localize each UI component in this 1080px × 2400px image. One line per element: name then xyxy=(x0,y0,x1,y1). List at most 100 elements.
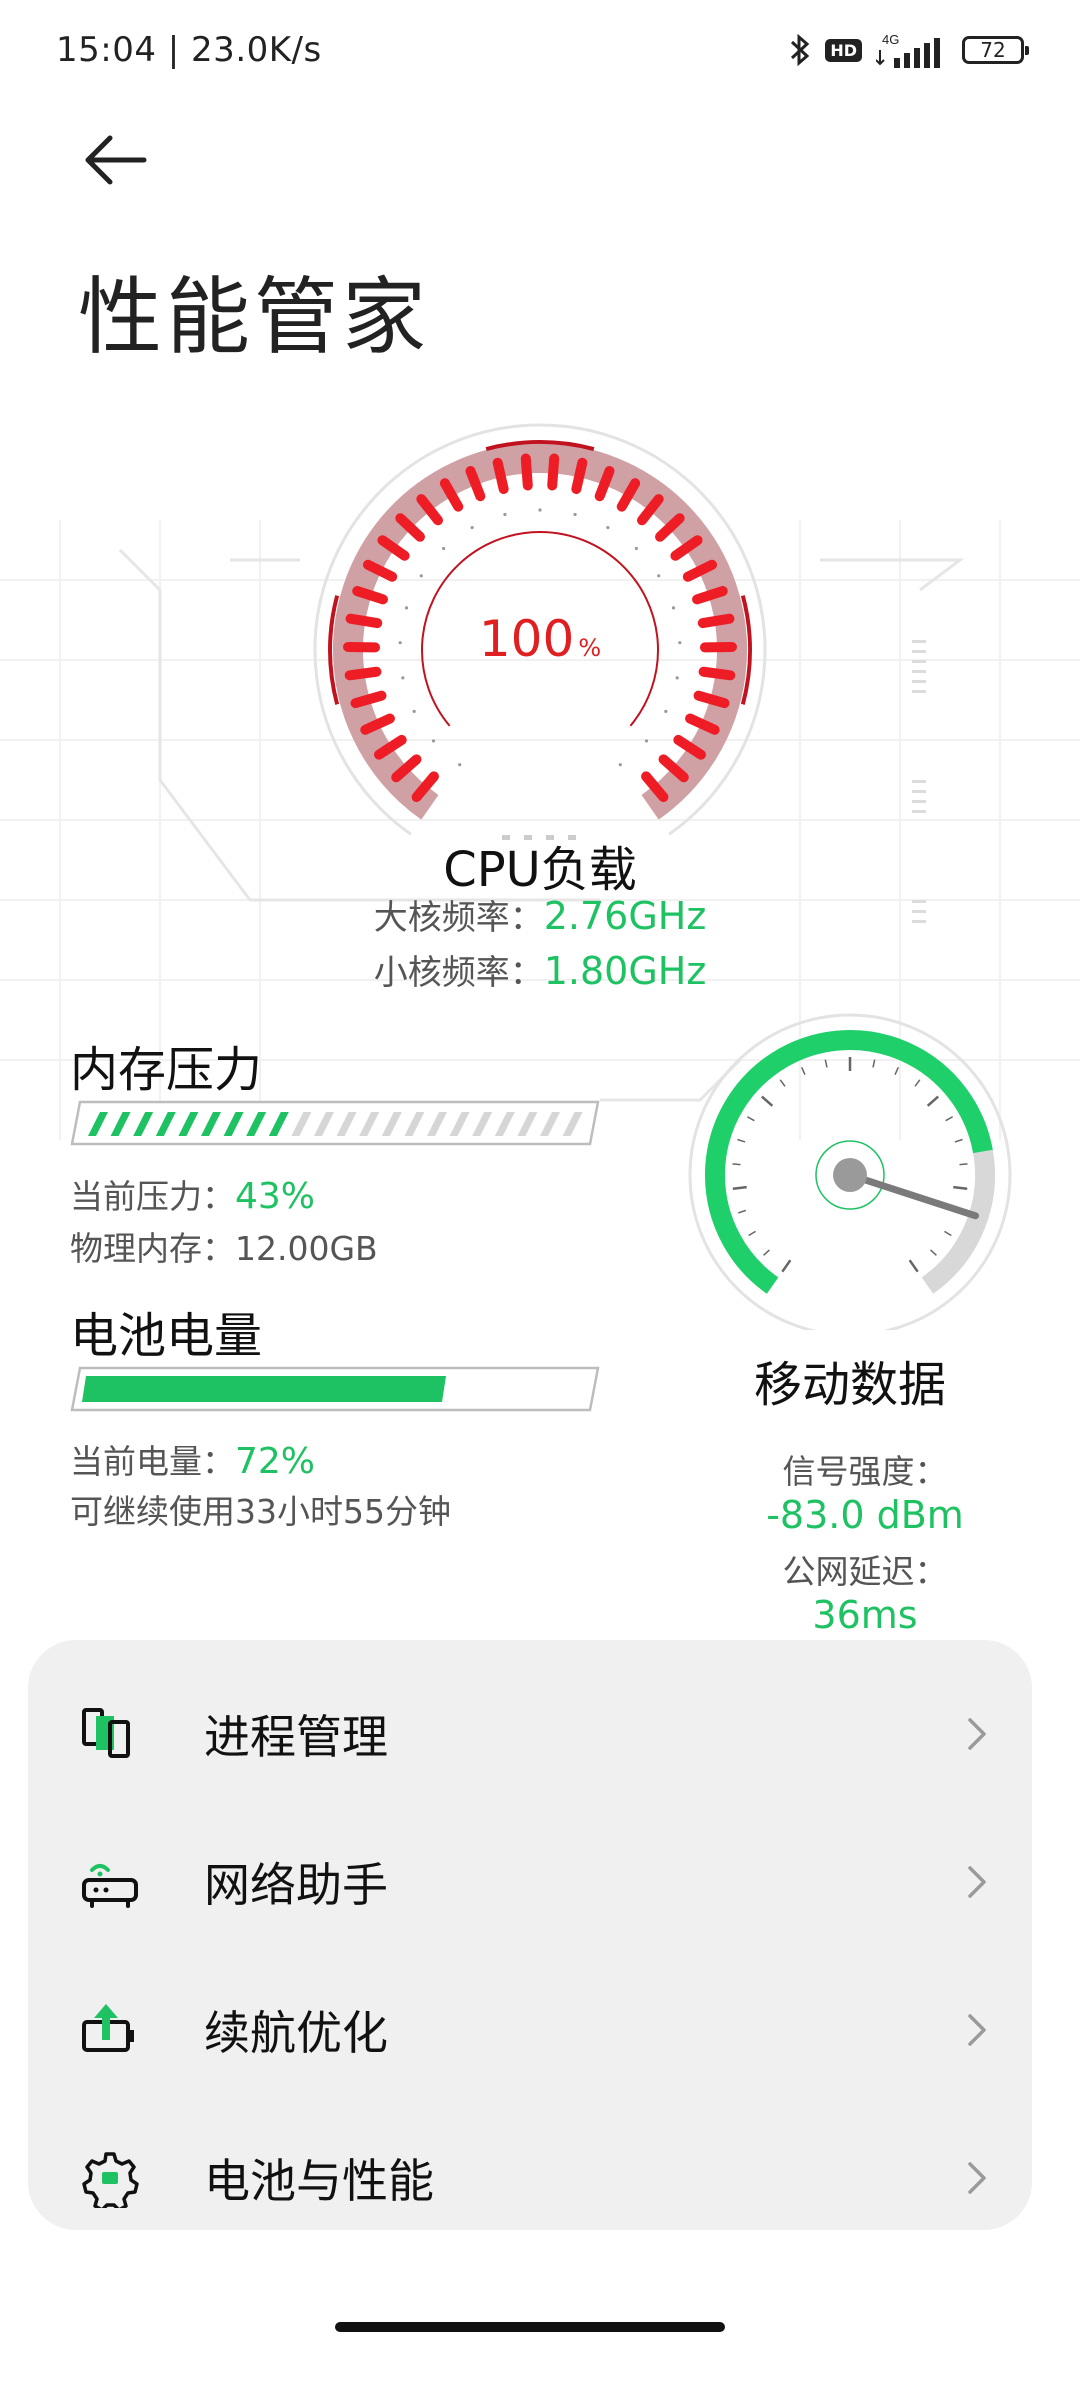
menu-item-battery-optimize[interactable]: 续航优化 xyxy=(28,1956,1032,2104)
memory-pressure-title: 内存压力 xyxy=(70,1042,263,1098)
data-gauge-tick xyxy=(930,1249,937,1256)
battery-bar-fill xyxy=(82,1376,446,1402)
memory-pressure-bar xyxy=(70,1100,600,1146)
data-gauge-tick xyxy=(953,1185,968,1190)
data-gauge-tick xyxy=(944,1230,952,1237)
cpu-gauge-tick xyxy=(664,709,668,713)
battery-level-text: 72 xyxy=(980,38,1006,62)
tools-menu-card: 进程管理 网络助手 续航优化 电池与性能 xyxy=(28,1640,1032,2230)
chevron-right-icon xyxy=(968,1866,986,1898)
battery-level-value: 72% xyxy=(235,1441,316,1482)
bluetooth-icon xyxy=(791,33,810,67)
svg-text:4G: 4G xyxy=(882,32,899,47)
status-icons: HD 4G 72 xyxy=(789,28,1029,72)
small-core-frequency: 小核频率：1.80GHz xyxy=(300,945,780,994)
cpu-gauge-tick xyxy=(398,641,402,645)
data-gauge-tick xyxy=(781,1259,792,1273)
cpu-gauge-segment xyxy=(345,613,383,629)
gear-icon xyxy=(82,2152,139,2208)
battery-level-title: 电池电量 xyxy=(70,1308,263,1364)
data-gauge-tick xyxy=(732,1163,741,1166)
battery-level-stat: 当前电量：72% xyxy=(70,1435,315,1483)
signal-strength-label: 信号强度： xyxy=(782,1452,948,1491)
page-title: 性能管家 xyxy=(78,268,431,366)
signal-4g-icon: 4G xyxy=(876,32,940,68)
menu-label-network-assistant: 网络助手 xyxy=(204,1858,388,1912)
cpu-gauge-tick xyxy=(442,546,446,551)
data-gauge-tick xyxy=(761,1095,774,1107)
cpu-gauge-tick xyxy=(634,546,638,551)
cpu-gauge-tick xyxy=(431,739,436,743)
menu-label-battery-performance: 电池与性能 xyxy=(204,2154,434,2208)
big-core-label: 大核频率： xyxy=(373,898,544,938)
cpu-gauge-tick xyxy=(458,763,462,767)
data-gauge-hub xyxy=(833,1158,867,1192)
cpu-gauge-tick xyxy=(678,641,682,645)
cpu-gauge-tick xyxy=(470,525,474,530)
data-gauge-tick xyxy=(914,1079,921,1087)
physical-memory-stat: 物理内存：12.00GB xyxy=(70,1222,378,1270)
cpu-gauge-tick xyxy=(404,606,409,610)
cpu-gauge-segment xyxy=(571,457,588,495)
physical-memory-label: 物理内存： xyxy=(70,1229,235,1268)
cpu-gauge-tick xyxy=(618,763,622,767)
cpu-gauge-tick xyxy=(412,709,416,713)
latency-value: 36ms xyxy=(812,1593,918,1637)
data-gauge-tick xyxy=(872,1059,876,1068)
data-gauge-tick xyxy=(894,1067,899,1075)
data-gauge-tick xyxy=(738,1209,747,1214)
data-gauge-tick xyxy=(737,1138,746,1143)
cpu-gauge-tick xyxy=(538,508,542,512)
data-gauge-tick xyxy=(747,1116,755,1122)
data-gauge-tick xyxy=(732,1185,747,1190)
cpu-gauge-segment xyxy=(697,613,735,629)
menu-item-network-assistant[interactable]: 网络助手 xyxy=(28,1808,1032,1956)
battery-icon: 72 xyxy=(962,36,1029,64)
battery-optimize-icon xyxy=(82,2004,134,2052)
cpu-gauge-tick xyxy=(573,512,577,517)
data-gauge-tick xyxy=(945,1116,953,1122)
cpu-gauge-tick xyxy=(657,574,661,578)
data-gauge-tick xyxy=(908,1259,919,1273)
mobile-data-title: 移动数据 xyxy=(753,1357,946,1413)
memory-bar-frame xyxy=(70,1100,600,1146)
cpu-load-value: 100% xyxy=(440,610,640,668)
arrow-left-icon xyxy=(85,135,147,185)
memory-pressure-stat: 当前压力：43% xyxy=(70,1170,315,1218)
data-gauge-tick xyxy=(801,1067,806,1075)
mobile-data-gauge xyxy=(688,1013,1012,1330)
cpu-gauge-tick xyxy=(671,606,676,610)
data-gauge-needle xyxy=(846,1171,980,1220)
cpu-gauge-segment xyxy=(344,666,382,681)
back-button[interactable] xyxy=(76,120,156,200)
cpu-gauge-tick xyxy=(419,574,423,578)
data-gauge-tick xyxy=(824,1059,828,1068)
memory-pressure-label: 当前压力： xyxy=(70,1177,235,1216)
cpu-gauge-tick xyxy=(401,676,405,680)
battery-remaining-time: 可继续使用33小时55分钟 xyxy=(70,1492,451,1531)
memory-pressure-value: 43% xyxy=(235,1176,316,1217)
process-manager-icon xyxy=(82,1708,130,1758)
data-gauge-tick xyxy=(748,1230,756,1237)
data-gauge-tick xyxy=(779,1079,786,1087)
battery-level-label: 当前电量： xyxy=(70,1442,235,1481)
menu-item-battery-performance[interactable]: 电池与性能 xyxy=(28,2104,1032,2252)
physical-memory-value: 12.00GB xyxy=(235,1229,378,1268)
home-indicator[interactable] xyxy=(335,2322,725,2332)
cpu-gauge-segment xyxy=(547,453,560,491)
cpu-gauge-segment xyxy=(492,457,509,495)
battery-level-bar xyxy=(70,1366,600,1412)
cpu-gauge-tick xyxy=(606,525,610,530)
signal-strength-value: -83.0 dBm xyxy=(766,1493,964,1537)
menu-item-process-manager[interactable]: 进程管理 xyxy=(28,1660,1032,1808)
data-gauge-tick xyxy=(954,1138,963,1143)
chevron-right-icon xyxy=(968,1718,986,1750)
big-core-frequency: 大核频率：2.76GHz xyxy=(300,890,780,939)
data-gauge-tick xyxy=(959,1163,968,1166)
latency-label: 公网延迟： xyxy=(782,1552,948,1591)
menu-label-process-manager: 进程管理 xyxy=(204,1710,388,1764)
menu-label-battery-optimize: 续航优化 xyxy=(204,2006,388,2060)
small-core-label: 小核频率： xyxy=(373,953,544,993)
network-assistant-icon xyxy=(82,1864,138,1908)
big-core-value: 2.76GHz xyxy=(543,894,707,938)
